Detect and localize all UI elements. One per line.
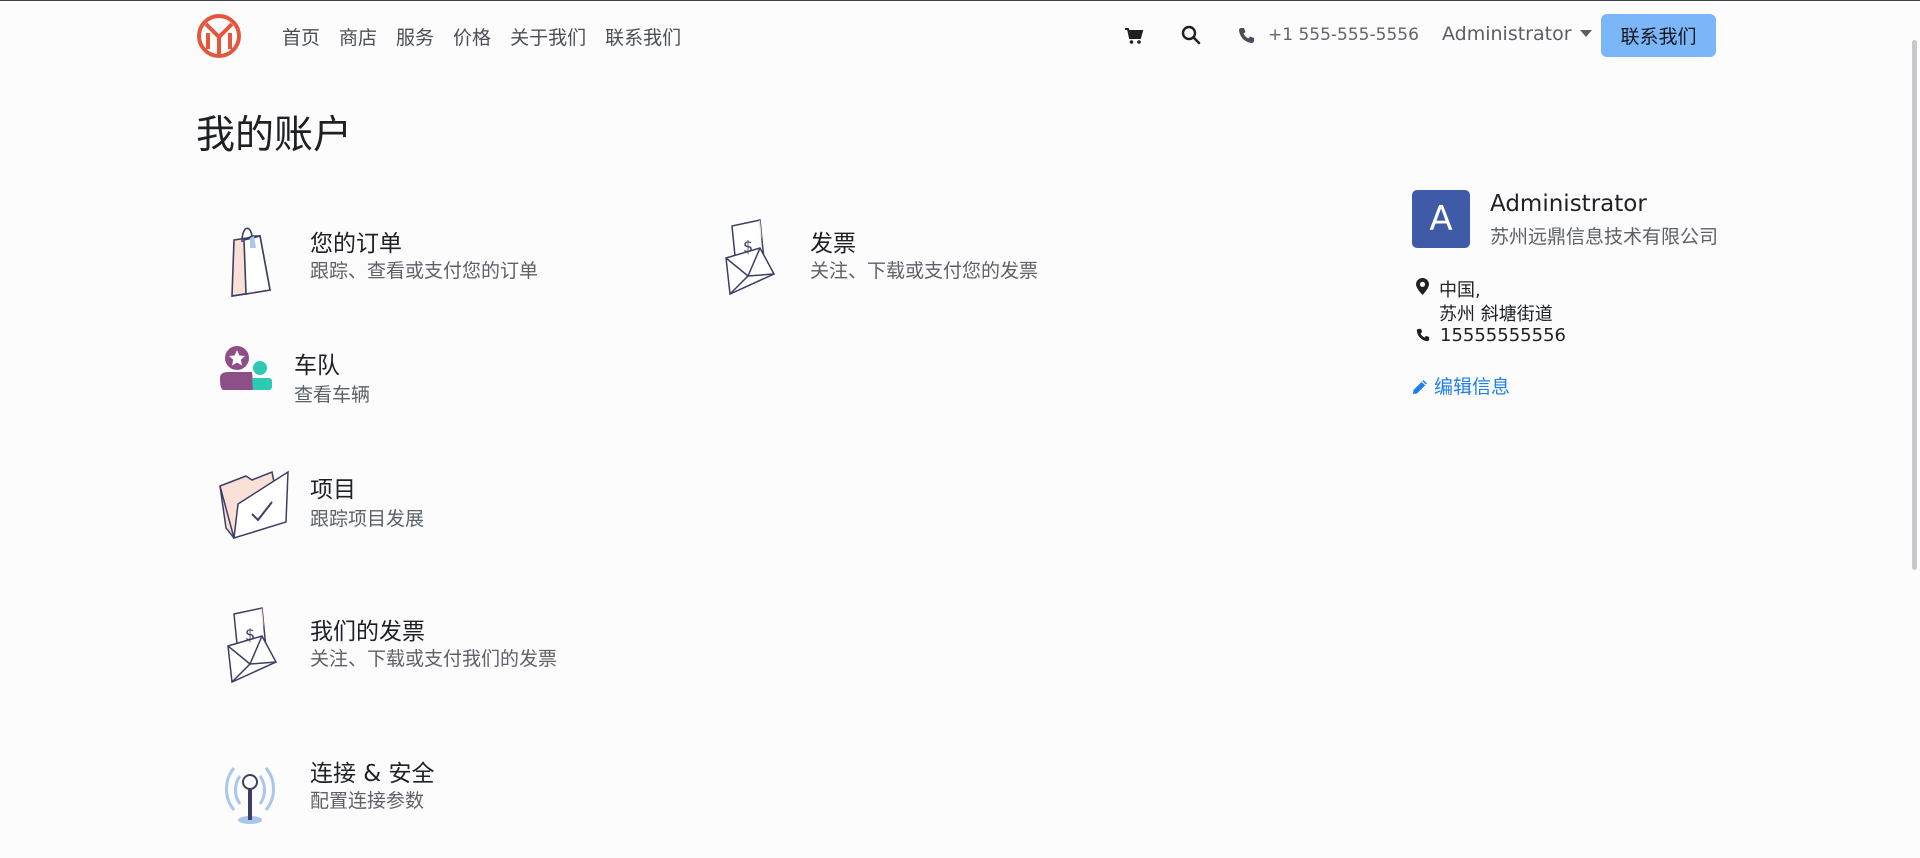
pencil-icon: [1413, 380, 1427, 394]
edit-info-link[interactable]: 编辑信息: [1412, 372, 1510, 399]
nav-shop[interactable]: 商店: [339, 23, 377, 50]
user-dropdown[interactable]: Administrator: [1442, 23, 1592, 45]
nav-pricing[interactable]: 价格: [453, 23, 491, 50]
security-card[interactable]: 连接 & 安全 配置连接参数: [220, 752, 580, 832]
orders-title: 您的订单: [310, 231, 402, 257]
fleet-title: 车队: [294, 353, 340, 379]
user-dropdown-label: Administrator: [1442, 23, 1572, 45]
top-navbar: 首页 商店 服务 价格 关于我们 联系我们 +1 555-555-5556 Ad…: [0, 1, 1920, 69]
map-marker-icon: [1416, 278, 1429, 295]
projects-title: 项目: [310, 477, 356, 503]
avatar: A: [1412, 190, 1470, 248]
invoices-card[interactable]: $ 发票 关注、下载或支付您的发票: [718, 219, 1078, 302]
svg-text:$: $: [245, 625, 255, 644]
project-folder-icon: [219, 470, 289, 540]
search-icon[interactable]: [1181, 25, 1201, 45]
fleet-driver-icon: [220, 346, 272, 390]
our-invoices-title: 我们的发票: [310, 619, 425, 645]
shopping-bag-icon: [231, 227, 271, 297]
contact-us-button[interactable]: 联系我们: [1601, 14, 1716, 57]
invoices-title: 发票: [810, 231, 856, 257]
projects-desc: 跟踪项目发展: [310, 508, 425, 530]
our-invoices-desc: 关注、下载或支付我们的发票: [310, 648, 558, 670]
invoice-envelope-icon: $: [227, 607, 278, 684]
caret-down-icon: [1579, 30, 1592, 37]
orders-desc: 跟踪、查看或支付您的订单: [310, 260, 539, 282]
main-nav: 首页 商店 服务 价格 关于我们 联系我们: [282, 23, 700, 50]
nav-contact[interactable]: 联系我们: [605, 23, 681, 50]
nav-about[interactable]: 关于我们: [510, 23, 586, 50]
header-phone[interactable]: +1 555-555-5556: [1268, 25, 1419, 45]
profile-company: 苏州远鼎信息技术有限公司: [1490, 226, 1719, 248]
fleet-desc: 查看车辆: [294, 384, 371, 406]
profile-name: Administrator: [1490, 191, 1647, 217]
invoices-desc: 关注、下载或支付您的发票: [810, 260, 1039, 282]
address-line-2: 苏州 斜塘街道: [1439, 304, 1553, 325]
invoice-envelope-icon: $: [725, 219, 776, 296]
security-desc: 配置连接参数: [310, 790, 425, 812]
nav-home[interactable]: 首页: [282, 23, 320, 50]
phone-icon: [1416, 328, 1430, 342]
orders-card[interactable]: 您的订单 跟踪、查看或支付您的订单: [220, 222, 580, 302]
page-title: 我的账户: [196, 113, 353, 158]
profile-phone: 15555555556: [1440, 325, 1566, 346]
our-invoices-card[interactable]: $ 我们的发票 关注、下载或支付我们的发票: [220, 607, 600, 690]
page-scrollbar[interactable]: [1912, 40, 1917, 570]
security-title: 连接 & 安全: [310, 761, 435, 787]
antenna-signal-icon: [225, 767, 275, 824]
phone-icon: [1239, 28, 1254, 43]
svg-text:$: $: [743, 237, 753, 256]
company-logo-icon[interactable]: [196, 13, 242, 59]
projects-card[interactable]: 项目 跟踪项目发展: [216, 470, 576, 550]
fleet-card[interactable]: 车队 查看车辆: [220, 346, 580, 416]
edit-info-label: 编辑信息: [1434, 376, 1511, 398]
cart-icon[interactable]: [1124, 27, 1144, 45]
nav-services[interactable]: 服务: [396, 23, 434, 50]
address-line-1: 中国,: [1439, 280, 1481, 301]
